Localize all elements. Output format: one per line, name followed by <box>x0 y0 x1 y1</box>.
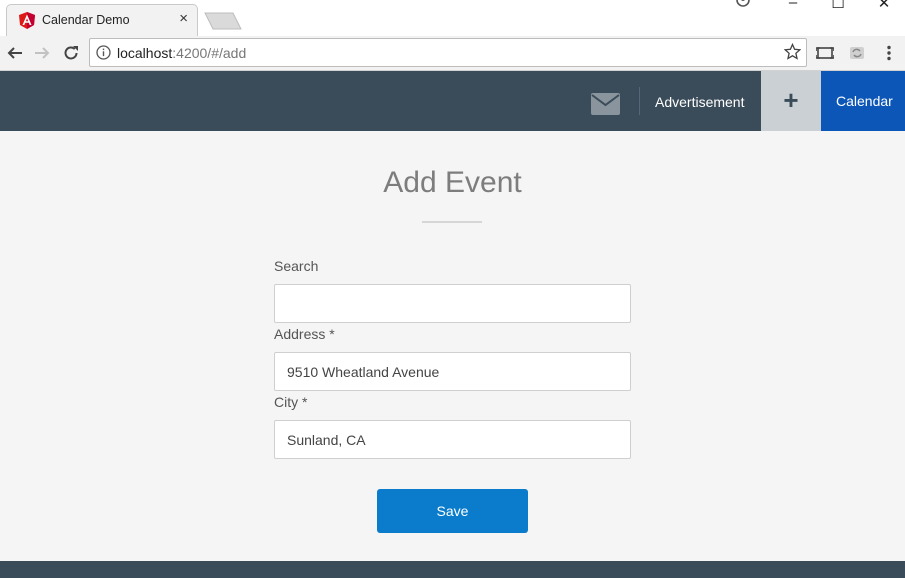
forward-arrow-icon <box>35 47 50 59</box>
maximize-button[interactable]: ☐ <box>828 0 848 12</box>
address-input[interactable] <box>274 352 631 391</box>
search-input[interactable] <box>274 284 631 323</box>
address-label: Address * <box>274 326 335 342</box>
browser-toolbar: localhost:4200/#/add <box>0 36 905 71</box>
cast-icon <box>816 47 834 59</box>
reload-icon <box>64 46 78 60</box>
star-icon[interactable] <box>784 43 801 60</box>
profile-icon[interactable] <box>735 0 751 9</box>
browser-tab[interactable]: Calendar Demo × <box>6 4 198 37</box>
reload-button[interactable] <box>60 42 82 64</box>
header-divider <box>639 87 640 115</box>
add-event-button[interactable]: + <box>761 71 821 131</box>
app-footer <box>0 561 905 578</box>
new-tab-button[interactable] <box>204 12 242 30</box>
back-arrow-icon <box>7 47 22 59</box>
url-path: :4200/#/add <box>172 45 247 61</box>
page-title: Add Event <box>383 166 522 199</box>
plus-icon: + <box>783 85 799 115</box>
minimize-button[interactable]: – <box>783 0 803 11</box>
back-button[interactable] <box>4 42 26 64</box>
address-bar[interactable]: localhost:4200/#/add <box>89 38 807 67</box>
sync-button[interactable] <box>846 42 868 64</box>
cast-button[interactable] <box>814 42 836 64</box>
mail-icon[interactable] <box>591 93 620 115</box>
sync-icon <box>850 47 864 59</box>
city-label: City * <box>274 394 308 410</box>
search-label: Search <box>274 258 319 274</box>
angular-icon <box>19 12 35 29</box>
menu-dots-icon <box>887 45 891 61</box>
calendar-button[interactable]: Calendar <box>821 71 905 131</box>
advertisement-link[interactable]: Advertisement <box>655 94 744 110</box>
window-close-button[interactable]: ✕ <box>874 0 894 12</box>
app-header: Advertisement + Calendar <box>0 71 905 131</box>
url-host: localhost <box>117 45 173 61</box>
save-button[interactable]: Save <box>377 489 528 533</box>
forward-button[interactable] <box>31 42 53 64</box>
title-underline <box>422 221 482 223</box>
browser-menu-button[interactable] <box>878 42 900 64</box>
url-text: localhost:4200/#/add <box>117 45 246 61</box>
tab-title: Calendar Demo <box>42 13 130 27</box>
browser-tabstrip: Calendar Demo × – ☐ ✕ <box>0 0 905 37</box>
tab-close-button[interactable]: × <box>179 10 188 28</box>
info-icon[interactable] <box>96 45 111 60</box>
city-input[interactable] <box>274 420 631 459</box>
